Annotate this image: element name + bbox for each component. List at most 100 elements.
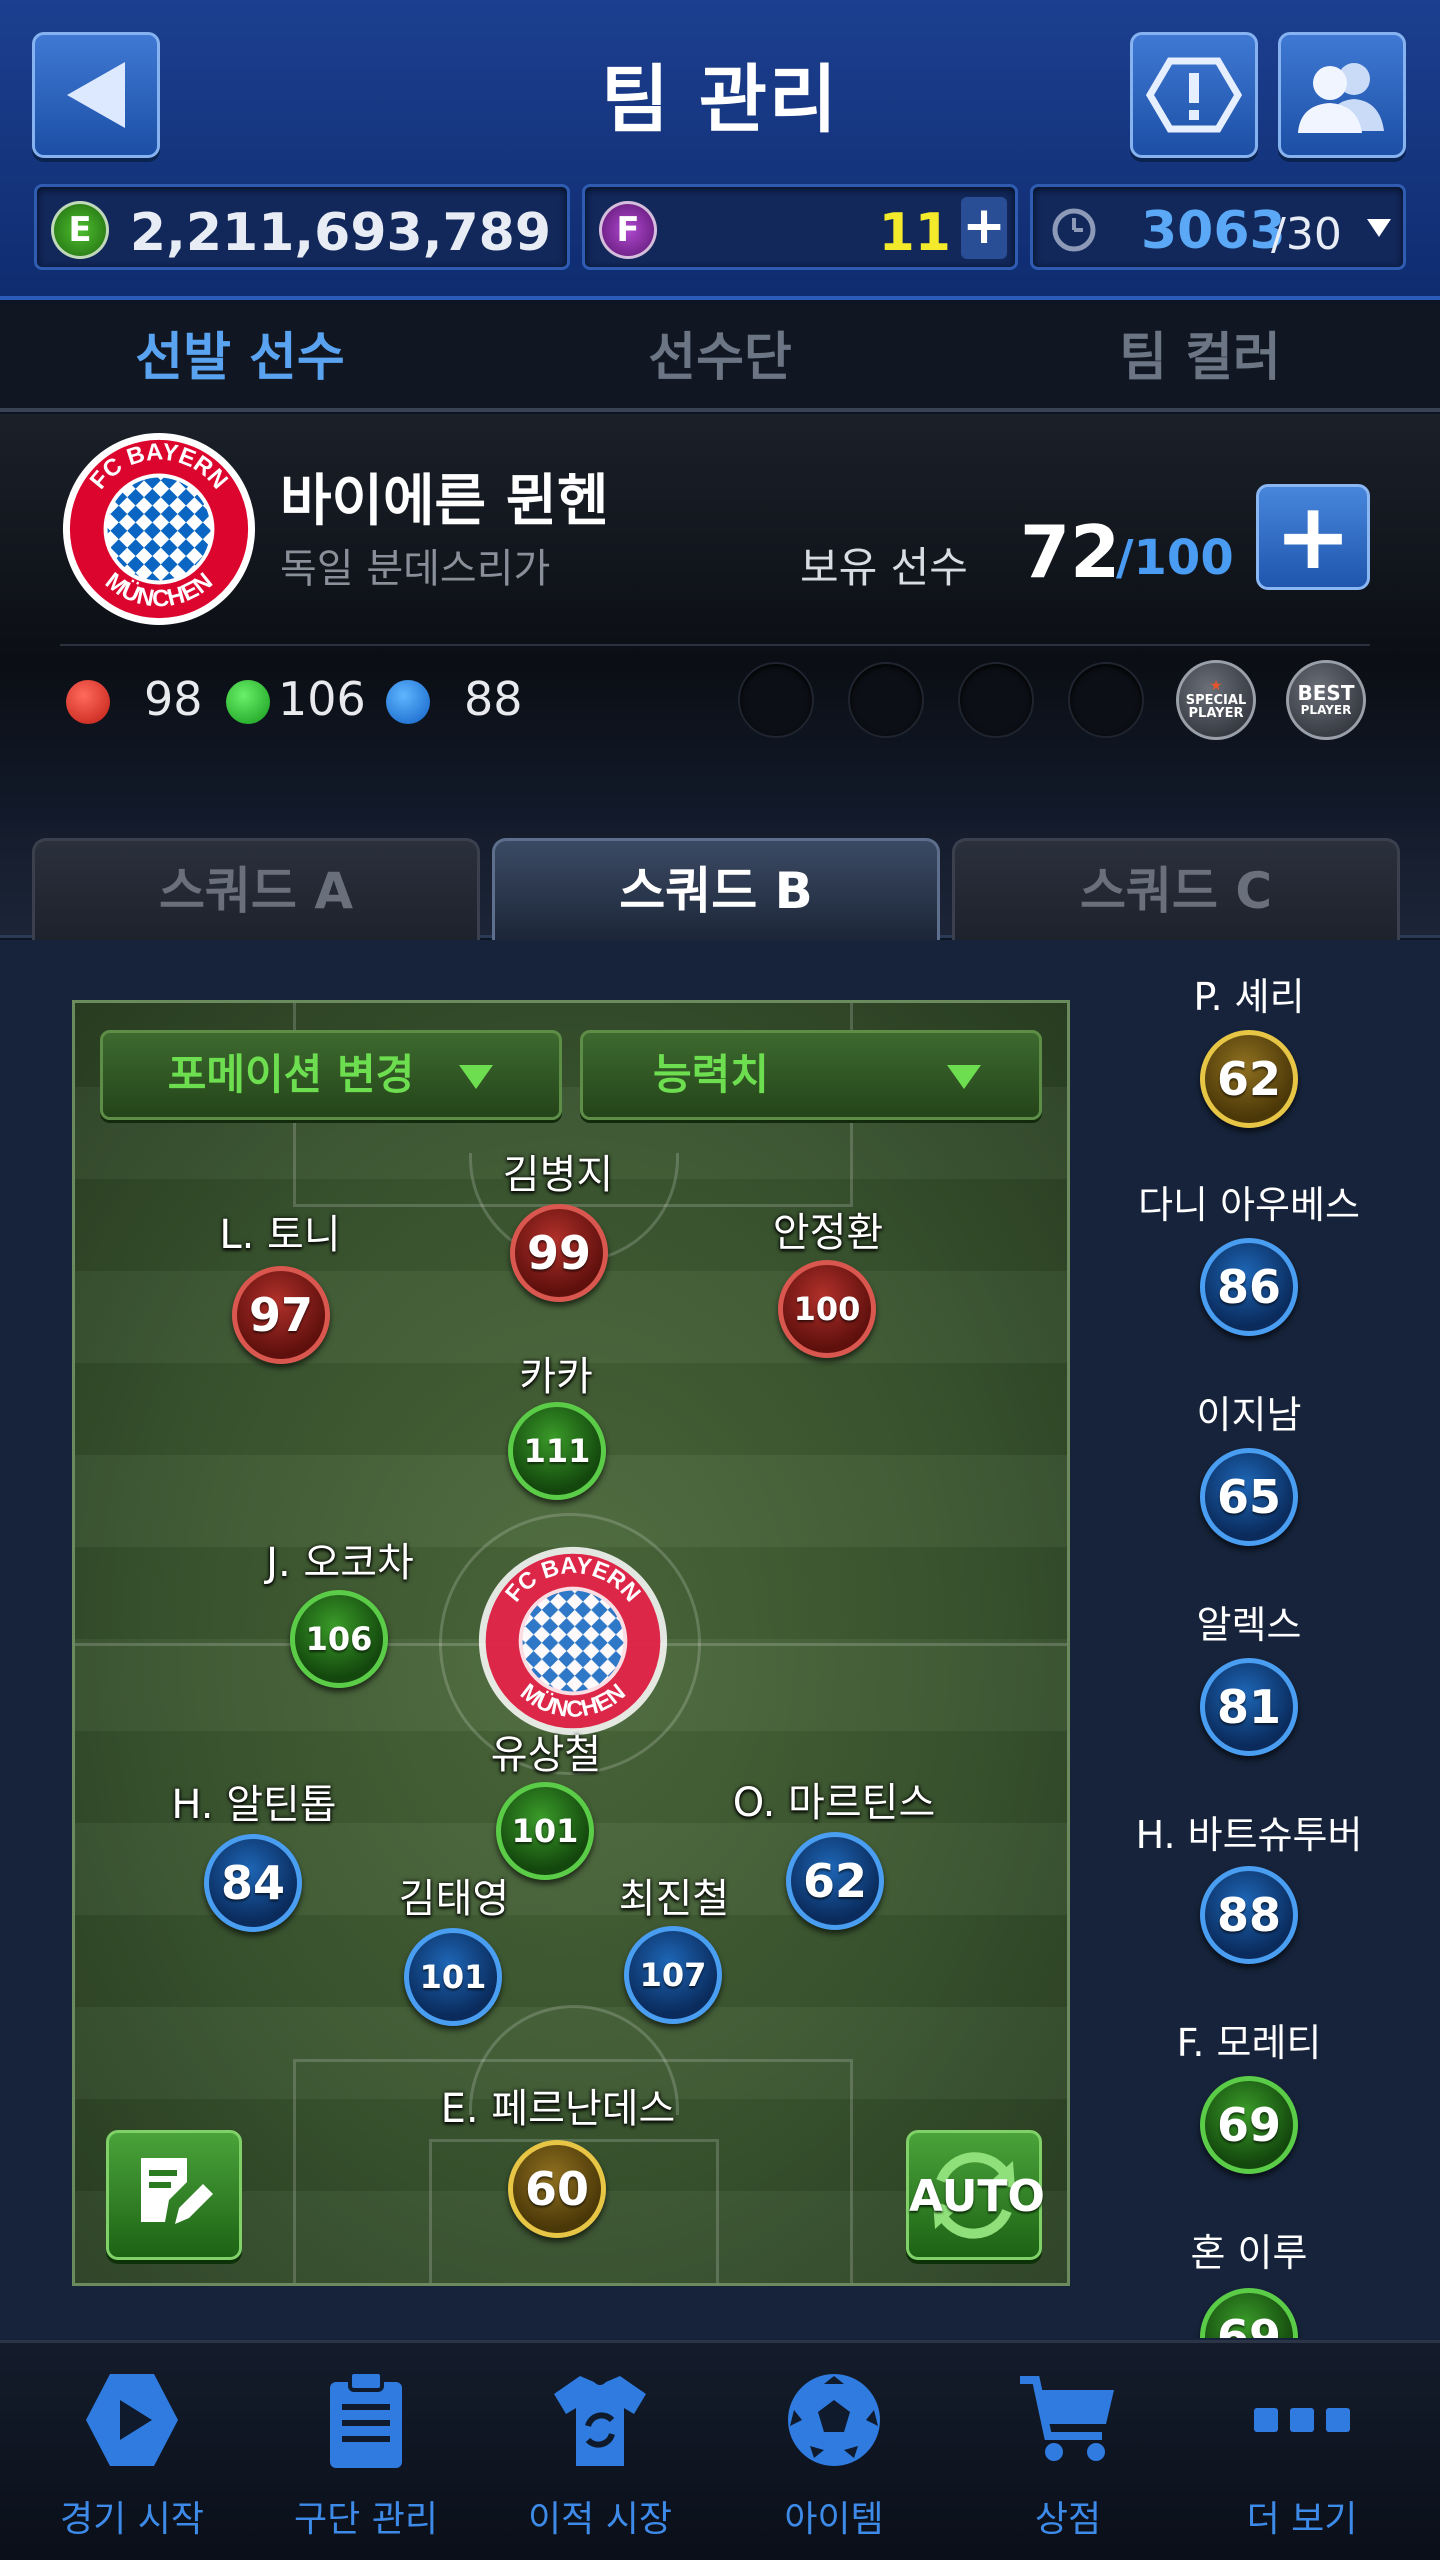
player-name: 최진철 <box>618 1876 730 1922</box>
nav-shop[interactable]: 상점 <box>948 2360 1188 2550</box>
player-token[interactable]: 107 <box>624 1926 722 2024</box>
cart-icon <box>1020 2376 1114 2461</box>
team-league: 독일 분데스리가 <box>280 546 551 592</box>
bench-player-name: F. 모레티 <box>1176 2021 1322 2065</box>
dropdown-arrow-icon <box>1367 219 1391 237</box>
auto-label: AUTO <box>909 2171 1045 2222</box>
blue-stat-icon <box>386 680 430 724</box>
green-stat-value: 106 <box>278 672 366 726</box>
bench-player-token[interactable]: 81 <box>1200 1658 1298 1756</box>
back-arrow-icon <box>67 62 125 128</box>
nav-transfer-market[interactable]: 이적 시장 <box>480 2360 720 2550</box>
special-player-badge[interactable]: ★ SPECIAL PLAYER <box>1176 660 1256 740</box>
player-name: L. 토니 <box>219 1212 341 1258</box>
f-coin-icon: F <box>599 201 657 259</box>
tab-squad-b[interactable]: 스쿼드 B <box>492 838 940 940</box>
nav-more[interactable]: 더 보기 <box>1182 2360 1422 2550</box>
bench-clip: 69 <box>1190 2280 1310 2338</box>
tab-team-color[interactable]: 팀 컬러 <box>960 304 1440 408</box>
player-name: 유상철 <box>490 1732 602 1778</box>
player-token[interactable]: 99 <box>510 1204 608 1302</box>
clock-icon <box>1052 208 1096 252</box>
player-token[interactable]: 60 <box>508 2140 606 2238</box>
player-token[interactable]: 101 <box>404 1928 502 2026</box>
bench-player-name: 다니 아우베스 <box>1138 1183 1360 1227</box>
blue-stat-value: 88 <box>464 672 523 726</box>
back-button[interactable] <box>32 32 160 158</box>
add-f-currency-button[interactable]: + <box>961 197 1007 259</box>
bench-player-name: 혼 이루 <box>1190 2231 1308 2275</box>
bench-player-token[interactable]: 86 <box>1200 1238 1298 1336</box>
owned-players-label: 보유 선수 <box>800 543 968 592</box>
alert-icon <box>1146 57 1242 133</box>
formation-dropdown-label: 포메이션 변경 <box>167 1050 415 1099</box>
stamina-value: 3063 <box>1141 201 1286 261</box>
badge-line2: PLAYER <box>1300 703 1352 718</box>
bench-player-name: 알렉스 <box>1196 1603 1302 1647</box>
bench-player-token[interactable]: 88 <box>1200 1866 1298 1964</box>
best-player-badge[interactable]: BEST PLAYER <box>1286 660 1366 740</box>
red-stat-value: 98 <box>144 672 203 726</box>
main-tabs: 선발 선수 선수단 팀 컬러 <box>0 304 1440 412</box>
f-currency-box: F 11 + <box>582 184 1018 270</box>
edit-lineup-button[interactable] <box>106 2130 242 2260</box>
nav-items[interactable]: 아이템 <box>714 2360 954 2550</box>
player-name: 카카 <box>519 1354 593 1400</box>
more-icon <box>1254 2408 1350 2432</box>
player-token[interactable]: 111 <box>508 1402 606 1500</box>
e-currency-value: 2,211,693,789 <box>129 203 551 263</box>
player-token[interactable]: 100 <box>778 1260 876 1358</box>
stamina-max: /30 <box>1271 209 1342 260</box>
soccer-ball-icon <box>788 2374 880 2466</box>
empty-badge-slot <box>1068 662 1144 738</box>
player-name: H. 알틴톱 <box>171 1782 337 1828</box>
player-name: O. 마르틴스 <box>732 1780 936 1826</box>
bench-player-token[interactable]: 62 <box>1200 1030 1298 1128</box>
badge-line1: BEST <box>1297 681 1355 706</box>
player-token[interactable]: 106 <box>290 1590 388 1688</box>
nav-label: 경기 시작 <box>60 2499 204 2540</box>
nav-label: 더 보기 <box>1246 2499 1358 2540</box>
e-coin-icon: E <box>51 201 109 259</box>
player-name: 안정환 <box>772 1210 884 1256</box>
jersey-icon <box>554 2376 646 2466</box>
users-icon <box>1298 63 1384 133</box>
player-name: J. 오코차 <box>266 1540 414 1586</box>
owned-players-max: /100 <box>1116 530 1234 586</box>
player-token[interactable]: 97 <box>232 1266 330 1364</box>
add-player-slot-button[interactable]: + <box>1256 484 1370 590</box>
badge-line1: SPECIAL <box>1185 692 1247 708</box>
center-team-crest: FC BAYERN MÜNCHEN <box>478 1546 668 1736</box>
tab-squad-c[interactable]: 스쿼드 C <box>952 838 1400 940</box>
tab-squad-roster[interactable]: 선수단 <box>480 304 960 408</box>
bench-player-token[interactable]: 69 <box>1200 2076 1298 2174</box>
notice-button[interactable] <box>1130 32 1258 158</box>
nav-label: 아이템 <box>784 2499 884 2540</box>
player-token[interactable]: 84 <box>204 1834 302 1932</box>
nav-match-start[interactable]: 경기 시작 <box>12 2360 252 2550</box>
chevron-down-icon <box>947 1065 981 1089</box>
e-currency-box: E 2,211,693,789 <box>34 184 570 270</box>
bench-player-name: P. 셰리 <box>1193 975 1305 1019</box>
bench-player-name: 이지남 <box>1196 1393 1302 1437</box>
bench-player-token[interactable]: 69 <box>1200 2288 1298 2338</box>
stat-view-dropdown[interactable]: 능력치 <box>580 1030 1042 1120</box>
tab-squad-a[interactable]: 스쿼드 A <box>32 838 480 940</box>
bench-player-token[interactable]: 65 <box>1200 1448 1298 1546</box>
tab-starting-lineup[interactable]: 선발 선수 <box>0 304 480 408</box>
red-stat-icon <box>66 680 110 724</box>
bench-player-name: H. 바트슈투버 <box>1135 1813 1363 1857</box>
owned-players-count: 72 <box>1020 510 1121 594</box>
empty-badge-slot <box>848 662 924 738</box>
nav-club-management[interactable]: 구단 관리 <box>246 2360 486 2550</box>
empty-badge-slot <box>738 662 814 738</box>
nav-label: 구단 관리 <box>294 2499 438 2540</box>
stamina-box[interactable]: 3063 /30 <box>1030 184 1406 270</box>
edit-icon <box>141 2158 213 2224</box>
friends-button[interactable] <box>1278 32 1406 158</box>
green-stat-icon <box>226 680 270 724</box>
clipboard-icon <box>330 2370 402 2468</box>
divider <box>60 644 1370 646</box>
f-currency-value: 11 <box>878 203 951 263</box>
auto-lineup-button[interactable]: AUTO <box>906 2130 1045 2260</box>
